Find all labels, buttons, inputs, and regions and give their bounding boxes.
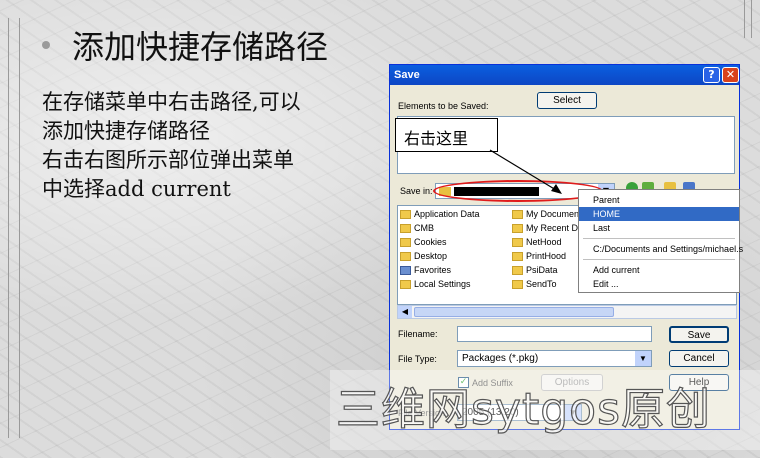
folder-icon [400, 279, 411, 289]
filename-input[interactable] [457, 326, 652, 342]
folder-icon [400, 251, 411, 261]
close-icon[interactable]: ✕ [722, 67, 739, 83]
list-item[interactable]: Application Data [400, 209, 480, 219]
body-line: 在存储菜单中右击路径,可以 [42, 90, 301, 114]
filetype-value: Packages (*.pkg) [462, 353, 539, 364]
slide-title-row: 添加快捷存储路径 [42, 22, 328, 68]
folder-icon [400, 237, 411, 247]
list-item[interactable]: CMB [400, 223, 434, 233]
body-line: 中选择add current [42, 177, 231, 201]
elements-label: Elements to be Saved: [398, 101, 489, 111]
slide-title: 添加快捷存储路径 [72, 28, 329, 66]
list-item[interactable]: SendTo [512, 279, 557, 289]
chevron-down-icon[interactable]: ▼ [635, 351, 651, 366]
menu-item-add-current[interactable]: Add current [579, 263, 739, 277]
list-item[interactable]: My Document [512, 209, 582, 219]
select-button[interactable]: Select [537, 92, 597, 109]
annotation-callout: 右击这里 [395, 118, 498, 152]
folder-icon [512, 223, 523, 233]
save-in-label: Save in: [400, 186, 433, 196]
menu-separator [583, 259, 735, 260]
filename-label: Filename: [398, 329, 438, 339]
cancel-button[interactable]: Cancel [669, 350, 729, 367]
scroll-left-icon[interactable]: ◀ [398, 306, 412, 318]
folder-icon [512, 279, 523, 289]
bullet-icon [42, 41, 50, 49]
body-line: 添加快捷存储路径 [42, 119, 210, 143]
save-button[interactable]: Save [669, 326, 729, 343]
context-menu: Parent HOME Last C:/Documents and Settin… [578, 189, 743, 293]
list-item[interactable]: Favorites [400, 265, 451, 275]
watermark: 三维网sytgos原创 [330, 370, 760, 450]
menu-item-edit[interactable]: Edit ... [579, 277, 739, 291]
menu-item-parent[interactable]: Parent [579, 193, 739, 207]
slide-frame-right [744, 0, 752, 38]
favorites-icon [400, 265, 411, 275]
folder-icon [512, 251, 523, 261]
list-item[interactable]: PsiData [512, 265, 558, 275]
slide-frame-left [8, 18, 20, 438]
slide-body: 在存储菜单中右击路径,可以 添加快捷存储路径 右击右图所示部位弹出菜单 中选择a… [42, 88, 382, 204]
list-item[interactable]: My Recent Do [512, 223, 583, 233]
list-item[interactable]: NetHood [512, 237, 562, 247]
filetype-select[interactable]: Packages (*.pkg) ▼ [457, 350, 652, 367]
dialog-title: Save [394, 69, 420, 81]
filetype-label: File Type: [398, 354, 437, 364]
list-item[interactable]: Local Settings [400, 279, 471, 289]
list-item[interactable]: Desktop [400, 251, 447, 261]
menu-item-path[interactable]: C:/Documents and Settings/michael.s [579, 242, 743, 256]
body-line: 右击右图所示部位弹出菜单 [42, 148, 294, 172]
folder-icon [512, 209, 523, 219]
list-item[interactable]: Cookies [400, 237, 447, 247]
menu-item-home[interactable]: HOME [579, 207, 739, 221]
folder-icon [512, 237, 523, 247]
menu-item-last[interactable]: Last [579, 221, 739, 235]
dialog-titlebar[interactable]: Save [390, 65, 739, 85]
menu-separator [583, 238, 735, 239]
scrollbar-thumb[interactable] [414, 307, 614, 317]
list-item[interactable]: PrintHood [512, 251, 566, 261]
folder-icon [400, 209, 411, 219]
folder-icon [512, 265, 523, 275]
help-icon[interactable]: ? [703, 67, 720, 83]
folder-icon [400, 223, 411, 233]
horizontal-scrollbar[interactable]: ◀ [397, 305, 737, 319]
